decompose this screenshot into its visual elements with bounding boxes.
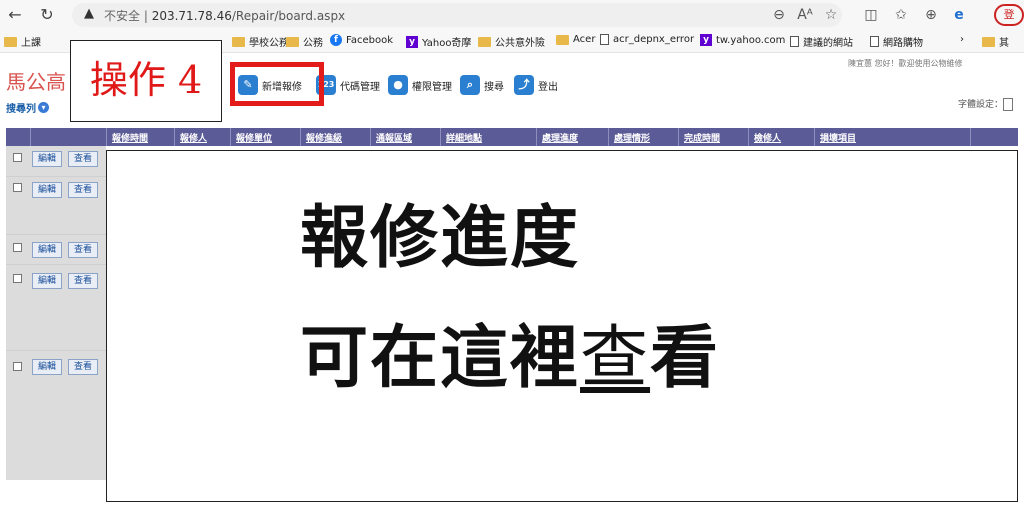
read-aloud-icon[interactable]: Aᴬ xyxy=(796,6,814,24)
collections-icon[interactable]: ⊕ xyxy=(922,6,940,24)
bookmark-item[interactable]: 其 xyxy=(982,34,1009,49)
view-button[interactable]: 查看 xyxy=(68,242,98,258)
back-icon[interactable]: ← xyxy=(4,4,26,26)
edge-icon[interactable]: e xyxy=(950,6,968,24)
view-button[interactable]: 查看 xyxy=(68,151,98,167)
user-icon: ● xyxy=(388,75,408,95)
view-button[interactable]: 查看 xyxy=(68,182,98,198)
warning-icon[interactable]: ▲ xyxy=(84,6,94,21)
overlay-line-1: 報修進度 xyxy=(300,199,581,278)
menu-logout[interactable]: ⤴ 登出 xyxy=(514,75,558,95)
url-path: /Repair/board.aspx xyxy=(231,9,346,23)
row-checkbox[interactable] xyxy=(13,362,22,371)
bookmark-item[interactable]: 學校公務 xyxy=(232,34,289,49)
facebook-icon: f xyxy=(330,34,342,46)
url-host: 203.71.78.46 xyxy=(151,9,232,23)
column-header[interactable]: 通報區域 xyxy=(376,131,412,144)
logout-icon: ⤴ xyxy=(514,75,534,95)
split-screen-icon[interactable]: ◫ xyxy=(862,6,880,24)
favorite-star-icon[interactable]: ☆ xyxy=(822,6,840,24)
column-header[interactable]: 報修時間 xyxy=(112,131,148,144)
column-header[interactable]: 報修人 xyxy=(180,131,207,144)
page-icon xyxy=(790,36,799,47)
bookmark-item[interactable]: 建議的網站 xyxy=(790,34,853,49)
profile-button[interactable]: 登 xyxy=(994,4,1024,26)
bookmark-item[interactable]: 網路購物 xyxy=(870,34,923,49)
row-checkbox[interactable] xyxy=(13,274,22,283)
folder-icon xyxy=(982,36,995,47)
bookmark-item[interactable]: 上課 xyxy=(4,34,41,49)
folder-icon xyxy=(4,36,17,47)
edit-button[interactable]: 編輯 xyxy=(32,151,62,167)
greeting-text: 陳宜蕙 您好！歡迎使用公物維修 xyxy=(848,59,963,68)
site-title: 馬公高 xyxy=(6,70,66,94)
menu-permission-management[interactable]: ● 權限管理 xyxy=(388,75,452,95)
bookmark-item[interactable]: acr_depnx_error xyxy=(600,34,694,45)
search-icon: ⌕ xyxy=(460,75,480,95)
edit-button[interactable]: 編輯 xyxy=(32,182,62,198)
highlight-box xyxy=(230,62,324,106)
font-size-select[interactable] xyxy=(1003,98,1014,111)
search-list-toggle[interactable]: 搜尋列 ▾ xyxy=(6,100,49,115)
row-checkbox[interactable] xyxy=(13,183,22,192)
folder-icon xyxy=(232,36,245,47)
page-icon xyxy=(600,34,609,45)
chevron-down-icon: ▾ xyxy=(38,102,49,113)
folder-icon xyxy=(556,34,569,45)
view-button[interactable]: 查看 xyxy=(68,359,98,375)
yahoo-icon: y xyxy=(700,34,712,46)
menu-code-management[interactable]: 123 代碼管理 xyxy=(316,75,380,95)
font-setting[interactable]: 字體設定： xyxy=(958,97,1014,111)
bookmark-item[interactable]: 公共意外險 xyxy=(478,34,545,49)
refresh-icon[interactable]: ↻ xyxy=(36,4,58,26)
page-icon xyxy=(870,36,879,47)
step-annotation: 操作 4 xyxy=(70,40,222,122)
column-header[interactable]: 處理情形 xyxy=(614,131,650,144)
favorites-list-icon[interactable]: ✩ xyxy=(892,6,910,24)
bookmark-item[interactable]: 公務 xyxy=(286,34,323,49)
row-checkbox[interactable] xyxy=(13,243,22,252)
folder-icon xyxy=(286,36,299,47)
column-header[interactable]: 詳細地點 xyxy=(446,131,482,144)
column-header[interactable]: 報修單位 xyxy=(236,131,272,144)
column-header[interactable]: 檢修人 xyxy=(754,131,781,144)
table-header xyxy=(6,128,1018,146)
url-text[interactable]: 不安全 | 203.71.78.46/Repair/board.aspx xyxy=(104,7,345,24)
bookmark-item[interactable]: y tw.yahoo.com xyxy=(700,34,785,46)
column-header[interactable]: 損壞項目 xyxy=(820,131,856,144)
security-warning-text: 不安全 xyxy=(104,9,141,23)
view-button[interactable]: 查看 xyxy=(68,273,98,289)
overlay-line-2: 可在這裡查看 xyxy=(300,319,721,398)
bookmark-item[interactable]: y Yahoo奇摩 xyxy=(406,34,471,49)
edit-button[interactable]: 編輯 xyxy=(32,359,62,375)
yahoo-icon: y xyxy=(406,35,418,48)
folder-icon xyxy=(478,36,491,47)
edit-button[interactable]: 編輯 xyxy=(32,273,62,289)
zoom-icon[interactable]: ⊖ xyxy=(770,6,788,24)
bookmark-item[interactable]: f Facebook xyxy=(330,34,393,46)
row-checkbox[interactable] xyxy=(13,153,22,162)
column-header[interactable]: 報修進級 xyxy=(306,131,342,144)
bookmark-item[interactable]: Acer xyxy=(556,34,595,45)
menu-search[interactable]: ⌕ 搜尋 xyxy=(460,75,504,95)
column-header[interactable]: 完成時間 xyxy=(684,131,720,144)
edit-button[interactable]: 編輯 xyxy=(32,242,62,258)
column-header[interactable]: 處理進度 xyxy=(542,131,578,144)
bookmarks-overflow-chevron-icon[interactable]: › xyxy=(960,34,964,45)
